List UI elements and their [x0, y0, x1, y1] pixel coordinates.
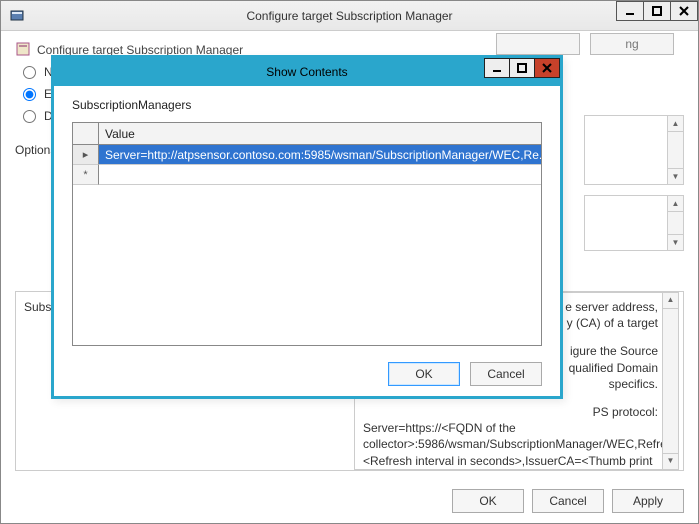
dialog-footer: OK Cancel	[388, 362, 542, 386]
scroll-down-icon[interactable]: ▼	[668, 234, 683, 250]
grid-cell-value[interactable]	[99, 165, 541, 185]
grid-row-new[interactable]: *	[73, 165, 541, 185]
scroll-up-icon[interactable]: ▲	[668, 196, 683, 212]
dialog-close-button[interactable]	[534, 58, 560, 78]
show-contents-dialog: Show Contents SubscriptionManagers Value…	[51, 55, 563, 399]
scroll-up-icon[interactable]: ▲	[663, 293, 678, 309]
radio-disabled-input[interactable]	[23, 110, 36, 123]
grid-corner-cell	[73, 123, 99, 145]
apply-button[interactable]: Apply	[612, 489, 684, 513]
close-button[interactable]	[670, 1, 698, 21]
dialog-maximize-button[interactable]	[509, 58, 535, 78]
help-text-body: Server=https://<FQDN of the collector>:5…	[363, 420, 658, 470]
grid-label: SubscriptionManagers	[72, 98, 542, 112]
maximize-button[interactable]	[643, 1, 671, 21]
main-window: Configure target Subscription Manager Co…	[0, 0, 699, 524]
minimize-button[interactable]	[616, 1, 644, 21]
subscription-grid[interactable]: Value ▸ Server=http://atpsensor.contoso.…	[72, 122, 542, 346]
policy-icon	[15, 41, 31, 57]
grid-empty-area	[73, 185, 541, 345]
radio-enabled-input[interactable]	[23, 88, 36, 101]
prev-setting-button[interactable]	[496, 33, 580, 55]
dialog-minimize-button[interactable]	[484, 58, 510, 78]
next-setting-button[interactable]: ng	[590, 33, 674, 55]
supported-textarea[interactable]: ▲▼	[584, 195, 684, 251]
setting-nav-buttons: ng	[496, 33, 674, 55]
main-titlebar: Configure target Subscription Manager	[1, 1, 698, 31]
main-window-title: Configure target Subscription Manager	[1, 9, 698, 23]
grid-cell-value[interactable]: Server=http://atpsensor.contoso.com:5985…	[99, 145, 541, 165]
help-text-fragment: PS protocol:	[363, 404, 658, 420]
grid-row-indicator: ▸	[73, 145, 99, 165]
comment-textarea[interactable]: ▲▼	[584, 115, 684, 185]
grid-row[interactable]: ▸ Server=http://atpsensor.contoso.com:59…	[73, 145, 541, 165]
grid-header-row: Value	[73, 123, 541, 145]
main-window-controls	[617, 1, 698, 21]
grid-column-header[interactable]: Value	[99, 123, 541, 145]
dialog-cancel-button[interactable]: Cancel	[470, 362, 542, 386]
scroll-up-icon[interactable]: ▲	[668, 116, 683, 132]
scroll-down-icon[interactable]: ▼	[663, 453, 678, 469]
dialog-titlebar[interactable]: Show Contents	[54, 58, 560, 86]
main-footer: OK Cancel Apply	[452, 489, 684, 513]
dialog-ok-button[interactable]: OK	[388, 362, 460, 386]
ok-button[interactable]: OK	[452, 489, 524, 513]
radio-not-configured-input[interactable]	[23, 66, 36, 79]
scroll-down-icon[interactable]: ▼	[668, 168, 683, 184]
grid-row-indicator: *	[73, 165, 99, 185]
cancel-button[interactable]: Cancel	[532, 489, 604, 513]
